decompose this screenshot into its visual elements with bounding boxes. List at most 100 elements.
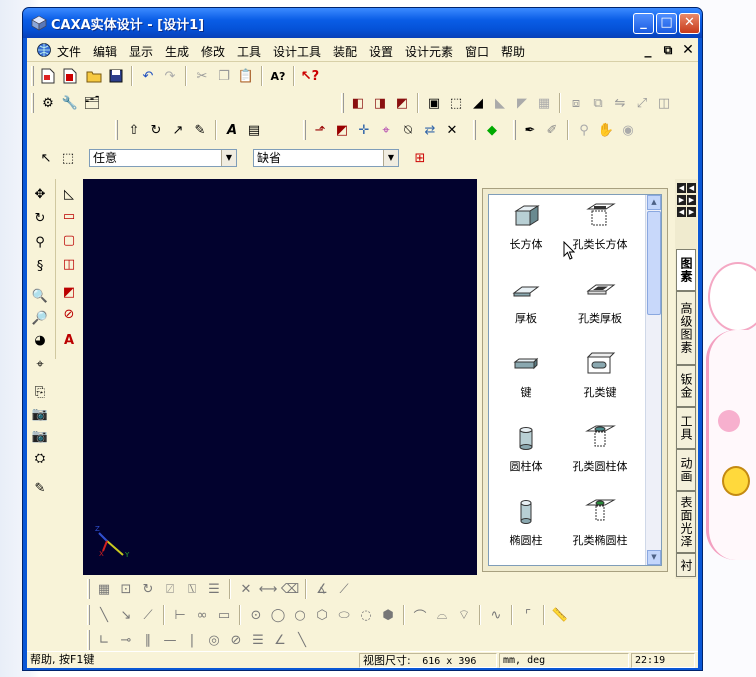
pan-icon[interactable]: ✥ <box>31 185 49 203</box>
frame-icon[interactable]: ▢ <box>60 231 78 249</box>
mirror-icon[interactable]: ⇋ <box>611 94 629 112</box>
sheet-icon[interactable]: ◫ <box>60 255 78 273</box>
look-at-icon[interactable]: ◕ <box>31 331 49 349</box>
align-icon[interactable]: ⇄ <box>421 121 439 139</box>
tab-prev-icon[interactable]: ◀ <box>687 183 696 193</box>
whats-this-help-icon[interactable]: ↖? <box>301 67 319 85</box>
toolbar-grip[interactable] <box>513 120 516 140</box>
paste-icon[interactable]: 📋 <box>237 67 255 85</box>
scroll-up-icon[interactable]: ▲ <box>647 195 661 210</box>
polygon-icon[interactable]: ⬡ <box>313 606 331 624</box>
revolve-icon[interactable]: ◨ <box>371 94 389 112</box>
toolbar-grip[interactable] <box>87 579 90 599</box>
maximize-button[interactable]: □ <box>656 13 677 34</box>
trim-icon[interactable]: ⍁ <box>161 580 179 598</box>
rotate-icon[interactable]: ↻ <box>139 580 157 598</box>
edit-view-icon[interactable]: ✎ <box>31 479 49 497</box>
circle-center-icon[interactable]: ⊙ <box>247 606 265 624</box>
new-file-icon[interactable] <box>39 67 57 85</box>
angle-icon[interactable]: ∡ <box>313 580 331 598</box>
select-box-icon[interactable]: ⬚ <box>59 149 77 167</box>
sweep-icon[interactable]: ◩ <box>393 94 411 112</box>
orbit-icon[interactable]: ↗ <box>169 121 187 139</box>
catalog-item-hole-elliptic-cylinder[interactable]: 孔类椭圆柱 <box>565 499 635 548</box>
rectangle-icon[interactable]: ▭ <box>215 606 233 624</box>
toolbar-grip[interactable] <box>87 605 90 625</box>
menu-window[interactable]: 窗口 <box>465 43 489 60</box>
view-export-icon[interactable]: ⎘ <box>31 383 49 401</box>
paint-icon[interactable]: ✐ <box>543 121 561 139</box>
tangent-icon[interactable]: ⟋ <box>139 606 157 624</box>
catalog-item-box[interactable]: 长方体 <box>491 203 561 252</box>
toolbar-grip[interactable] <box>115 120 118 140</box>
tab-surface-finish[interactable]: 表面光泽 <box>676 491 696 553</box>
catalog-scrollbar[interactable]: ▲ ▼ <box>645 195 661 565</box>
toolbar-grip[interactable] <box>87 630 90 650</box>
stack-icon[interactable]: ☰ <box>205 580 223 598</box>
select-pointer-icon[interactable]: ↖ <box>37 149 55 167</box>
dimension-icon[interactable]: ⟷ <box>259 580 278 598</box>
scroll-thumb[interactable] <box>647 211 661 315</box>
filter-combo[interactable]: 任意 ▼ <box>89 149 237 167</box>
split-icon[interactable]: ⧉ <box>589 94 607 112</box>
fly-icon[interactable]: § <box>31 257 49 275</box>
arc-node-icon[interactable]: ◌ <box>357 606 375 624</box>
cut-icon[interactable]: ✂ <box>193 67 211 85</box>
save-icon[interactable] <box>107 67 125 85</box>
close-button[interactable]: ✕ <box>679 13 700 34</box>
coincident-icon[interactable]: ⊸ <box>117 631 135 649</box>
tab-animation[interactable]: 动画 <box>676 449 696 491</box>
chevron-down-icon[interactable]: ▼ <box>221 150 236 166</box>
parallel-icon[interactable]: ∥ <box>139 631 157 649</box>
chamfer-icon[interactable]: ◣ <box>491 94 509 112</box>
mode-combo[interactable]: 缺省 ▼ <box>253 149 399 167</box>
tab-more[interactable]: 衬 <box>676 553 696 577</box>
ellipse-icon[interactable]: ⬭ <box>335 606 353 624</box>
camera-disabled-icon[interactable]: 📷 <box>31 427 49 445</box>
eye-icon[interactable]: ◉ <box>619 121 637 139</box>
tab-primitives[interactable]: 图素 <box>676 249 696 291</box>
tab-sheet-metal[interactable]: 钣金 <box>676 365 696 407</box>
walk-icon[interactable]: ⚲ <box>31 233 49 251</box>
circle-tangent-icon[interactable]: ○ <box>291 606 309 624</box>
toolbar-grip[interactable] <box>31 93 34 113</box>
text-underline-icon[interactable]: A <box>60 331 78 349</box>
link-icon[interactable]: ∞ <box>193 606 211 624</box>
render-icon[interactable]: ✎ <box>191 121 209 139</box>
arc-2-icon[interactable]: ⌓ <box>433 606 451 624</box>
horizontal-icon[interactable]: — <box>161 631 179 649</box>
catalog-item-hole-box[interactable]: 孔类长方体 <box>565 203 635 252</box>
menu-edit[interactable]: 编辑 <box>93 43 117 60</box>
tools-icon[interactable]: 🔧 <box>61 94 79 112</box>
move-object-icon[interactable]: ⇧ <box>125 121 143 139</box>
extrude-icon[interactable]: ◧ <box>349 94 367 112</box>
pattern-icon[interactable]: ▦ <box>535 94 553 112</box>
menu-design-tools[interactable]: 设计工具 <box>273 43 321 60</box>
catalog-item-elliptic-cylinder[interactable]: 椭圆柱 <box>491 499 561 548</box>
target-icon[interactable]: ⌖ <box>31 355 49 373</box>
copy-icon[interactable]: ❐ <box>215 67 233 85</box>
toolbar-grip[interactable] <box>31 66 34 86</box>
tab-nav-left-icon[interactable]: ◀ <box>677 207 686 217</box>
box-select-icon[interactable]: ◩ <box>333 121 351 139</box>
new-drawing-icon[interactable] <box>61 67 79 85</box>
tab-first-icon[interactable]: ◀ <box>677 183 686 193</box>
tab-next-icon[interactable]: ▶ <box>677 195 686 205</box>
arrow-up-icon[interactable]: ⬏ <box>311 121 329 139</box>
eyedropper-icon[interactable]: ✒ <box>521 121 539 139</box>
hand-icon[interactable]: ✋ <box>597 121 615 139</box>
zoom-window-icon[interactable]: 🔎 <box>31 309 49 327</box>
3d-viewport[interactable]: Z X Y <box>83 179 477 575</box>
orbit-view-icon[interactable]: ↻ <box>31 209 49 227</box>
catalog-item-hole-key[interactable]: 孔类键 <box>565 351 635 400</box>
tab-tools[interactable]: 工具 <box>676 407 696 449</box>
menu-design-elements[interactable]: 设计元素 <box>405 43 453 60</box>
extend-icon[interactable]: ⍂ <box>183 580 201 598</box>
loft-icon[interactable]: ▣ <box>425 94 443 112</box>
vertical-icon[interactable]: | <box>183 631 201 649</box>
corner-icon[interactable]: ⌜ <box>519 606 537 624</box>
tangent-constraint-icon[interactable]: ⊘ <box>227 631 245 649</box>
doc-minimize-button[interactable]: _ <box>639 41 657 59</box>
pin-icon[interactable]: ⚲ <box>575 121 593 139</box>
rotate-object-icon[interactable]: ↻ <box>147 121 165 139</box>
